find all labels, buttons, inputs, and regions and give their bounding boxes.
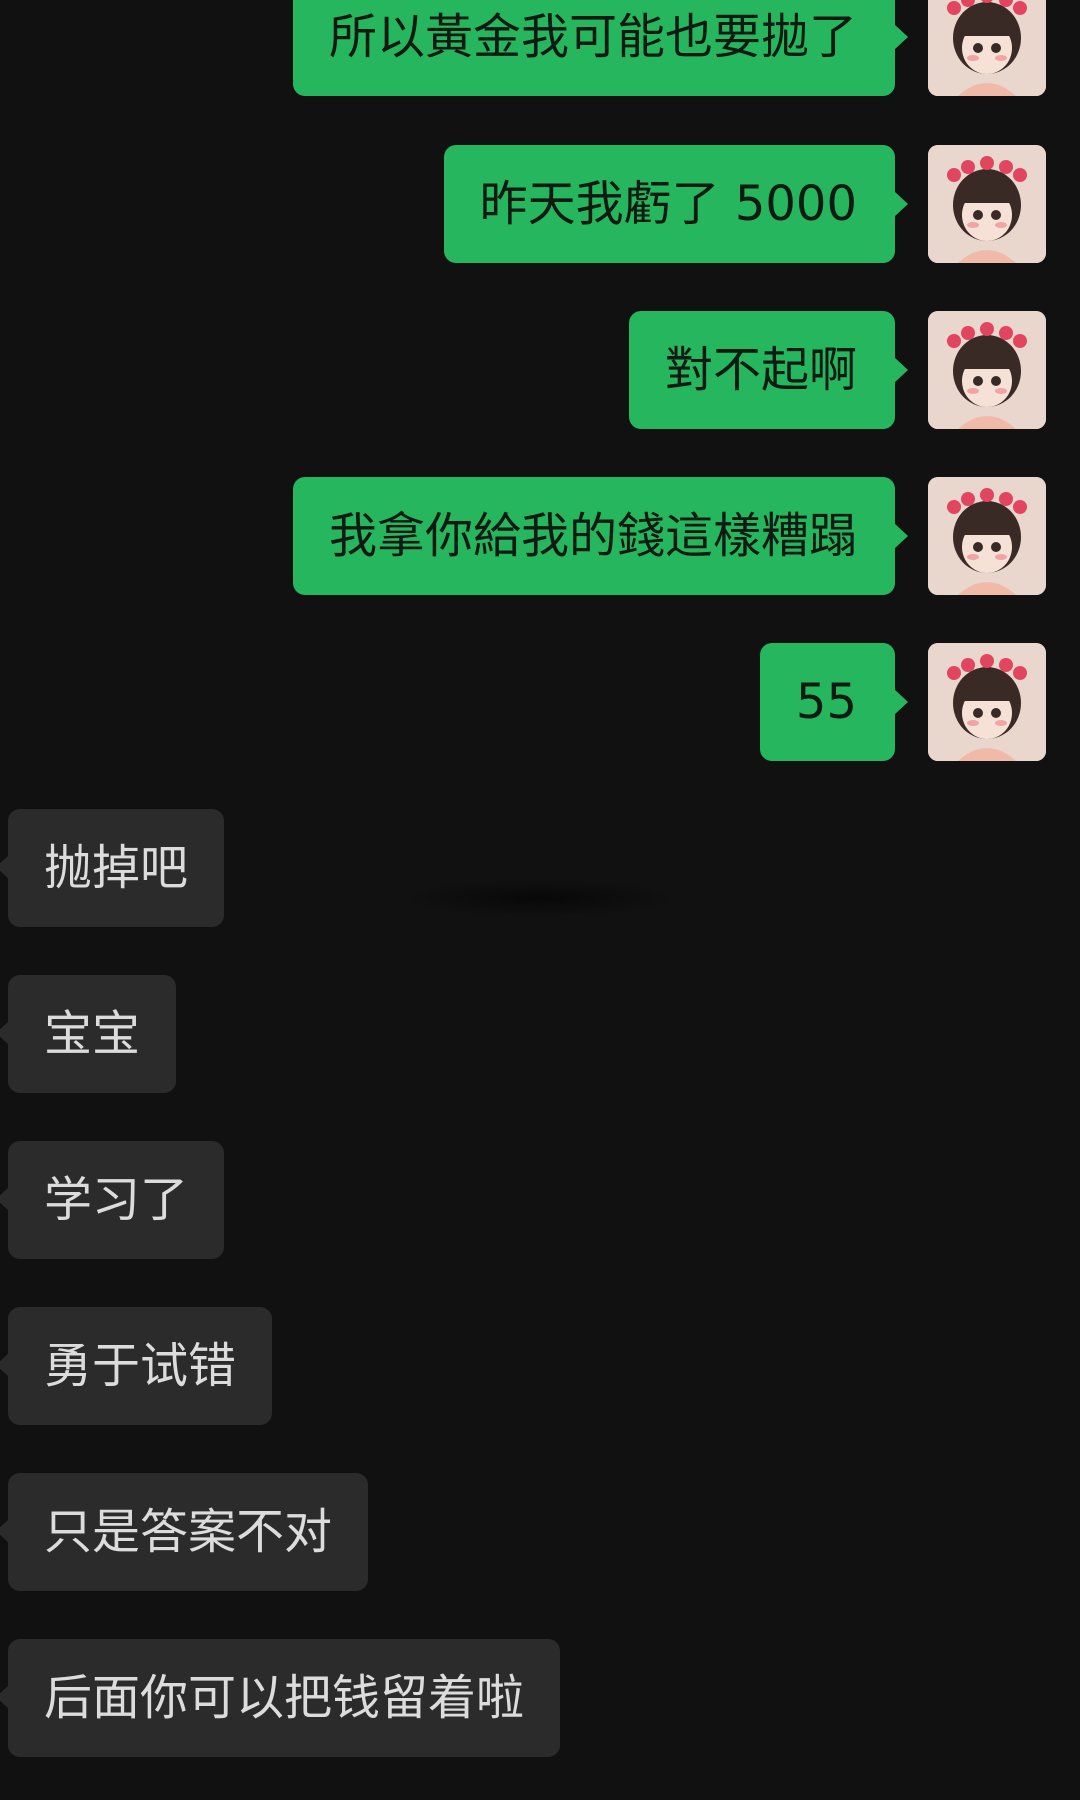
avatar[interactable] xyxy=(928,643,1046,761)
anime-girl-avatar-icon xyxy=(928,311,1046,429)
incoming-message[interactable]: 后面你可以把钱留着啦 xyxy=(0,1639,561,1757)
outgoing-message[interactable]: 昨天我虧了 5000 xyxy=(443,145,909,263)
anime-girl-avatar-icon xyxy=(928,643,1046,761)
watermark xyxy=(410,880,670,916)
avatar[interactable] xyxy=(928,311,1046,429)
message-text: 55 xyxy=(795,674,857,730)
incoming-message[interactable]: 只是答案不对 xyxy=(0,1473,369,1591)
outgoing-message[interactable]: 55 xyxy=(759,643,909,761)
message-text: 所以黃金我可能也要拋了 xyxy=(328,9,857,65)
avatar[interactable] xyxy=(928,145,1046,263)
message-text: 后面你可以把钱留着啦 xyxy=(44,1670,525,1726)
message-text: 對不起啊 xyxy=(664,342,857,398)
message-text: 昨天我虧了 5000 xyxy=(479,176,857,232)
outgoing-message[interactable]: 所以黃金我可能也要拋了 xyxy=(292,0,909,96)
anime-girl-avatar-icon xyxy=(928,145,1046,263)
avatar[interactable] xyxy=(928,0,1046,96)
avatar[interactable] xyxy=(928,477,1046,595)
incoming-message[interactable]: 学习了 xyxy=(0,1141,225,1259)
message-text: 只是答案不对 xyxy=(44,1504,333,1560)
message-text: 学习了 xyxy=(44,1172,189,1228)
message-text: 宝宝 xyxy=(44,1006,141,1062)
outgoing-message[interactable]: 我拿你給我的錢這樣糟蹋 xyxy=(292,477,909,595)
incoming-message[interactable]: 宝宝 xyxy=(0,975,177,1093)
message-text: 抛掉吧 xyxy=(44,840,189,896)
anime-girl-avatar-icon xyxy=(928,477,1046,595)
anime-girl-avatar-icon xyxy=(928,0,1046,96)
outgoing-message[interactable]: 對不起啊 xyxy=(628,311,909,429)
incoming-message[interactable]: 勇于试错 xyxy=(0,1307,273,1425)
message-text: 勇于试错 xyxy=(44,1338,237,1394)
chat-conversation: 所以黃金我可能也要拋了 昨天我虧了 5000 對不起啊 我拿你給我的錢這樣糟蹋 … xyxy=(0,0,1080,1800)
message-text: 我拿你給我的錢這樣糟蹋 xyxy=(328,508,857,564)
incoming-message[interactable]: 抛掉吧 xyxy=(0,809,225,927)
